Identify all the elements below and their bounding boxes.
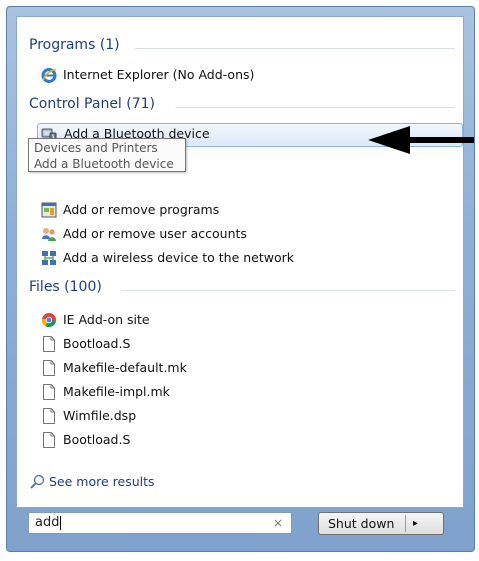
tooltip-line-2: Add a Bluetooth device — [34, 157, 174, 171]
annotation-arrow-icon — [368, 126, 474, 154]
magnifier-icon — [30, 474, 45, 489]
list-item-file[interactable]: Wimfile.dsp — [41, 405, 461, 427]
text-caret — [60, 515, 62, 530]
control-panel-header[interactable]: Control Panel (71) — [29, 96, 455, 118]
list-item-file[interactable]: Makefile-impl.mk — [41, 381, 461, 403]
list-item-file[interactable]: Bootload.S — [41, 429, 461, 451]
item-label: Internet Explorer (No Add-ons) — [63, 67, 255, 82]
programs-icon — [41, 202, 57, 218]
list-item-file[interactable]: Bootload.S — [41, 333, 461, 355]
shut-down-label: Shut down — [328, 516, 395, 531]
programs-header[interactable]: Programs (1) — [29, 37, 455, 59]
user-accounts-icon — [42, 228, 56, 241]
file-icon — [43, 432, 55, 448]
divider-line — [121, 290, 455, 291]
wireless-network-icon — [42, 251, 56, 265]
item-label: Makefile-impl.mk — [63, 384, 170, 399]
divider-line — [175, 107, 455, 108]
internet-explorer-icon — [41, 68, 57, 83]
item-label: Bootload.S — [63, 432, 131, 447]
control-panel-header-label: Control Panel (71) — [29, 96, 156, 112]
search-results-panel: Programs (1) Internet Explorer (No Add-o… — [16, 16, 464, 508]
file-icon — [43, 360, 55, 376]
see-more-label: See more results — [49, 474, 155, 489]
file-icon — [43, 408, 55, 424]
divider — [405, 515, 406, 532]
search-input[interactable]: add × — [28, 512, 292, 534]
programs-header-label: Programs (1) — [29, 37, 120, 53]
shut-down-options-arrow-icon[interactable]: ▸ — [413, 513, 418, 534]
list-item-add-remove-programs[interactable]: Add or remove programs — [41, 199, 461, 221]
tooltip-line-1: Devices and Printers — [34, 141, 158, 155]
files-header-label: Files (100) — [29, 279, 102, 295]
shut-down-button[interactable]: Shut down ▸ — [318, 512, 444, 535]
item-label: IE Add-on site — [63, 312, 150, 327]
item-label: Bootload.S — [63, 336, 131, 351]
list-item-ie-addon-site[interactable]: IE Add-on site — [41, 309, 461, 331]
list-item-add-remove-user-accounts[interactable]: Add or remove user accounts — [41, 223, 461, 245]
search-input-value: add — [35, 515, 60, 530]
item-label: Add or remove user accounts — [63, 226, 247, 241]
tooltip: Devices and Printers Add a Bluetooth dev… — [28, 138, 186, 172]
item-label: Makefile-default.mk — [63, 360, 187, 375]
item-label: Wimfile.dsp — [63, 408, 137, 423]
chrome-icon — [41, 313, 56, 328]
list-item-file[interactable]: Makefile-default.mk — [41, 357, 461, 379]
list-item-internet-explorer[interactable]: Internet Explorer (No Add-ons) — [41, 64, 461, 86]
item-label: Add or remove programs — [63, 202, 220, 217]
divider-line — [135, 48, 455, 49]
list-item-add-wireless-device[interactable]: Add a wireless device to the network — [41, 247, 461, 269]
file-icon — [43, 384, 55, 400]
item-label: Add a wireless device to the network — [63, 250, 295, 265]
clear-search-icon[interactable]: × — [273, 513, 283, 533]
files-header[interactable]: Files (100) — [29, 279, 455, 301]
file-icon — [43, 336, 55, 352]
